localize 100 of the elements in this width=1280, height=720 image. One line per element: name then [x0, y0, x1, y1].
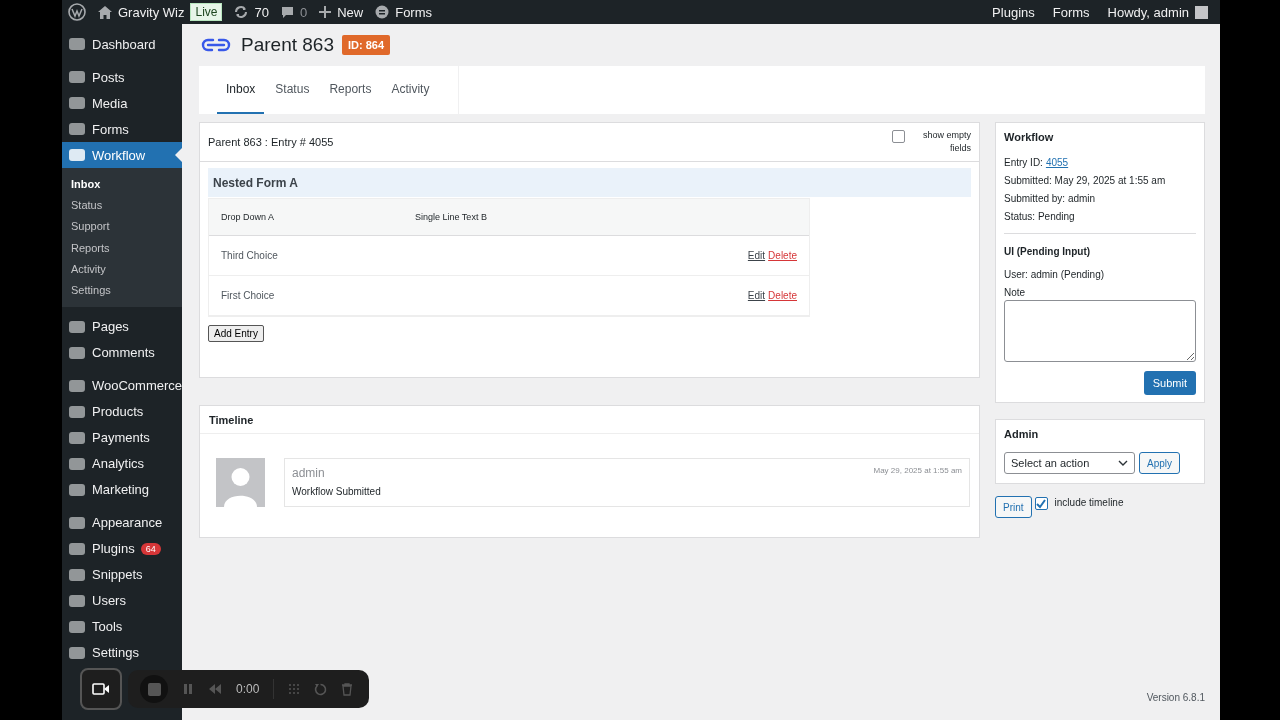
tab[interactable]: Reports	[320, 66, 381, 114]
entry-heading: Parent 863 : Entry # 4055	[208, 136, 334, 148]
page-title: Parent 863	[241, 34, 334, 56]
site-name-link[interactable]: Gravity Wiz	[118, 4, 185, 20]
menu-item[interactable]: Products	[62, 398, 182, 425]
submit-button[interactable]: Submit	[1143, 371, 1196, 395]
menu-glyph-icon	[68, 429, 86, 446]
submenu-item[interactable]: Settings	[62, 279, 182, 301]
menu-item[interactable]: Forms	[62, 116, 182, 142]
checkbox[interactable]	[892, 130, 905, 143]
tab[interactable]: Inbox	[217, 66, 265, 114]
updates-count[interactable]: 70	[254, 4, 269, 20]
submenu-item[interactable]: Reports	[62, 236, 182, 259]
menu-item[interactable]: Tools	[62, 613, 182, 640]
home-icon	[98, 5, 112, 19]
menu-glyph-icon	[68, 592, 86, 609]
menu-item[interactable]: Dashboard	[62, 31, 182, 57]
trash-icon[interactable]	[341, 682, 354, 696]
panel-title: Admin	[1004, 428, 1040, 440]
avatar-icon[interactable]	[1195, 5, 1208, 19]
submenu-item[interactable]: Support	[62, 215, 182, 237]
menu-glyph-icon	[68, 618, 86, 635]
video-camera-icon	[92, 682, 110, 696]
menu-item[interactable]: Users	[62, 587, 182, 614]
action-dropdown[interactable]: Select an action	[1004, 452, 1135, 474]
panel-title: Timeline	[209, 413, 254, 426]
menu-item[interactable]: Settings	[62, 639, 182, 666]
live-badge: Live	[190, 3, 223, 21]
menu-item[interactable]: Comments	[62, 339, 182, 366]
panel-title: Workflow	[1004, 131, 1055, 143]
submenu-item[interactable]: Status	[62, 194, 182, 216]
note-field[interactable]	[1004, 300, 1196, 362]
menu-glyph-icon	[68, 455, 86, 472]
column-header: Single Line Text B	[415, 212, 488, 222]
menu-glyph-icon	[68, 36, 86, 52]
menu-item[interactable]: Pages	[62, 313, 182, 340]
delete-link[interactable]: Delete	[768, 290, 797, 301]
menu-item[interactable]: WooCommerce	[62, 372, 182, 399]
pause-icon[interactable]	[182, 683, 194, 695]
entry-id-link[interactable]: 4055	[1045, 157, 1069, 168]
forms-link[interactable]: Forms	[395, 4, 433, 20]
checkbox-label: include timeline	[1054, 497, 1124, 508]
print-button[interactable]: Print	[995, 496, 1032, 518]
refresh-icon	[234, 5, 249, 19]
plus-icon	[319, 6, 332, 18]
menu-glyph-icon	[68, 514, 86, 531]
menu-glyph-icon	[68, 69, 86, 85]
menu-item[interactable]: Appearance	[62, 509, 182, 536]
camera-button[interactable]	[80, 668, 122, 710]
grid-icon[interactable]	[288, 683, 301, 695]
submenu-item[interactable]: Activity	[62, 258, 182, 280]
menu-item[interactable]: Payments	[62, 424, 182, 451]
menu-item[interactable]: Snippets	[62, 561, 182, 588]
table-cell-text: Third Choice	[221, 250, 279, 261]
menu-item[interactable]: Workflow	[62, 142, 182, 168]
info-text: User: admin (Pending)	[1004, 269, 1106, 280]
menu-glyph-icon	[68, 481, 86, 498]
chain-logo-icon	[199, 36, 233, 54]
note-date: May 29, 2025 at 1:55 am	[873, 466, 962, 477]
menu-item[interactable]: Plugins 64	[62, 535, 182, 562]
menu-glyph-icon	[68, 566, 86, 583]
info-text: Submitted by: admin	[1004, 193, 1097, 204]
comments-count[interactable]: 0	[299, 4, 308, 20]
wordpress-logo-icon[interactable]	[68, 3, 86, 21]
admin-bar-link[interactable]: Plugins	[992, 4, 1035, 20]
delete-link[interactable]: Delete	[768, 250, 797, 261]
note-author: admin	[292, 466, 325, 480]
menu-item[interactable]: Marketing	[62, 476, 182, 503]
count-badge: 64	[140, 542, 161, 555]
menu-glyph-icon	[68, 344, 86, 361]
apply-button[interactable]: Apply	[1139, 452, 1180, 474]
version-text: Version 6.8.1	[1146, 692, 1205, 705]
column-header: Drop Down A	[221, 212, 276, 222]
new-link[interactable]: New	[337, 4, 364, 20]
field-label: Note	[1004, 287, 1027, 298]
forms-icon	[375, 5, 390, 19]
menu-item[interactable]: Analytics	[62, 450, 182, 477]
add-entry-button[interactable]: Add Entry	[208, 325, 264, 342]
checkbox[interactable]	[1034, 497, 1048, 510]
admin-bar-link[interactable]: Forms	[1052, 4, 1090, 20]
menu-glyph-icon	[68, 147, 86, 163]
info-text: Submitted: May 29, 2025 at 1:55 am	[1004, 175, 1167, 186]
comment-icon	[280, 5, 294, 19]
rewind-icon[interactable]	[208, 683, 222, 695]
menu-item[interactable]: Media	[62, 90, 182, 116]
menu-glyph-icon	[68, 95, 86, 111]
chevron-down-icon	[1118, 460, 1128, 466]
edit-link[interactable]: Edit	[747, 290, 766, 301]
restart-icon[interactable]	[314, 682, 328, 696]
stop-button[interactable]	[140, 675, 168, 703]
menu-item[interactable]: Posts	[62, 64, 182, 90]
tab[interactable]: Activity	[382, 66, 439, 114]
menu-glyph-icon	[68, 121, 86, 137]
tab[interactable]: Status	[266, 66, 319, 114]
edit-link[interactable]: Edit	[747, 250, 766, 261]
checkbox-label: show empty fields	[921, 129, 971, 155]
avatar-icon	[216, 458, 265, 507]
entry-id-label: Entry ID:	[1004, 157, 1043, 168]
submenu-item[interactable]: Inbox	[62, 173, 182, 195]
howdy-link[interactable]: Howdy, admin	[1107, 4, 1189, 20]
